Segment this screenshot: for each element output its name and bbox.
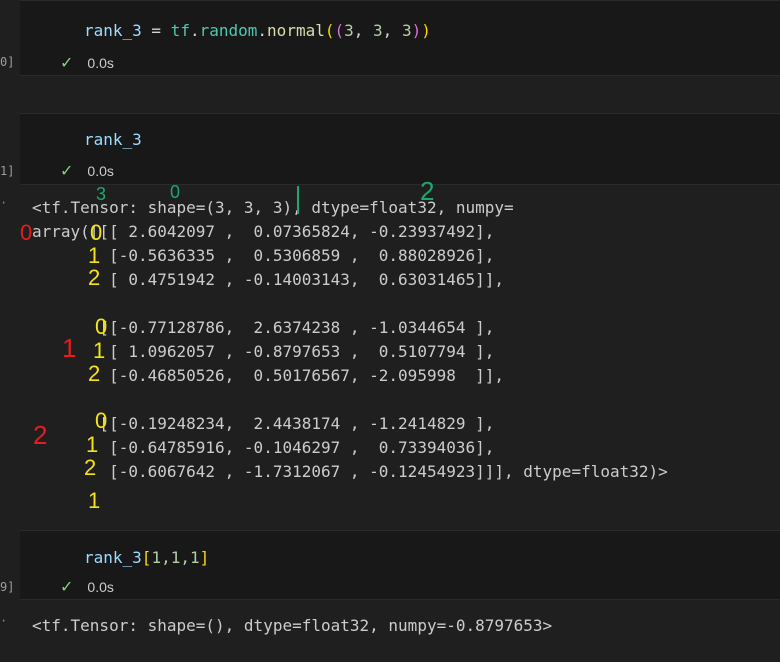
code-cell-1[interactable]: rank_3 = tf.random.normal((3, 3, 3)) ✓ 0.… [20,0,780,76]
output-line: [-0.46850526, 0.50176567, -2.095998 ]], [32,366,505,385]
annotation-yellow-1: 1 [88,243,101,268]
annotation-yellow-0: 0 [95,408,108,433]
comma-token: , [353,21,374,40]
annotation-yellow-1: 1 [88,488,101,513]
module-token: tf [170,21,190,40]
annotation-red-2: 2 [33,420,48,450]
annotation-green-3: 3 [96,184,107,204]
output-line: [-0.5636335 , 0.5306859 , 0.88028926], [32,246,495,265]
num-token: 3 [373,21,383,40]
bracket-token: [ [141,548,152,567]
exec-count-3: 9] [0,580,15,594]
cell-2-code[interactable]: rank_3 [84,130,142,149]
code-cell-2[interactable]: rank_3 ✓ 0.0s [20,113,780,185]
paren-token: ( [334,21,345,40]
output-line: [ 1.0962057 , -0.8797653 , 0.5107794 ], [32,342,495,361]
comma-token: , [382,21,402,40]
output-1: <tf.Tensor: shape=(3, 3, 3), dtype=float… [32,196,668,484]
output-line: [ 0.4751942 , -0.14003143, 0.63031465]], [32,270,505,289]
output-line: [-0.64785916, -0.1046297 , 0.73394036], [32,438,495,457]
cell-1-status: ✓ 0.0s [60,53,114,73]
output-line: array([[[ 2.6042097 , 0.07365824, -0.239… [32,222,495,241]
cell-2-status: ✓ 0.0s [60,161,114,181]
annotation-yellow-1: 1 [86,432,99,457]
op-token: = [141,21,171,40]
output-bullet: · [0,196,8,210]
var-token: rank_3 [84,21,142,40]
paren-token: ) [411,21,422,40]
cell-3-code[interactable]: rank_3[1,1,1] [84,548,209,567]
annotation-red-1: 1 [62,333,77,363]
num-token: 3 [401,21,412,40]
output-line: [[-0.19248234, 2.4438174 , -1.2414829 ], [32,414,495,433]
output-line: [[-0.77128786, 2.6374238 , -1.0344654 ], [32,318,495,337]
annotation-yellow-2: 2 [84,455,97,480]
exec-time: 0.0s [87,163,114,179]
exec-time: 0.0s [87,579,114,595]
index-token: 1,1,1 [151,548,200,567]
bracket-token: ] [199,548,210,567]
check-icon: ✓ [60,163,74,180]
annotation-yellow-2: 2 [88,265,101,290]
annotation-red-0: 0 [20,220,33,245]
code-cell-3[interactable]: rank_3[1,1,1] ✓ 0.0s [20,530,780,600]
annotation-yellow-0: 0 [95,314,108,339]
check-icon: ✓ [60,579,74,596]
attr-token: random [199,21,258,40]
annotation-yellow-1: 1 [93,338,106,363]
annotation-green-0: 0 [170,182,181,202]
annotation-yellow-0: 0 [90,220,103,245]
dot-token: . [257,21,268,40]
output-2: <tf.Tensor: shape=(), dtype=float32, num… [32,616,553,635]
cell-3-status: ✓ 0.0s [60,577,114,597]
annotation-green-bar [297,186,299,214]
fn-token: normal [267,21,325,40]
output-line: <tf.Tensor: shape=(3, 3, 3), dtype=float… [32,198,514,217]
cell-1-code[interactable]: rank_3 = tf.random.normal((3, 3, 3)) [84,21,431,40]
annotation-yellow-2: 2 [88,361,101,386]
num-token: 3 [344,21,354,40]
check-icon: ✓ [60,55,74,72]
exec-count-1: 0] [0,55,15,69]
output-bullet: · [0,614,8,628]
exec-time: 0.0s [87,55,114,71]
annotation-green-2: 2 [420,176,435,206]
exec-count-2: 1] [0,164,15,178]
dot-token: . [189,21,200,40]
paren-token: ) [421,21,431,40]
output-line: [-0.6067642 , -1.7312067 , -0.12454923]]… [32,462,668,481]
var-token: rank_3 [84,548,142,567]
